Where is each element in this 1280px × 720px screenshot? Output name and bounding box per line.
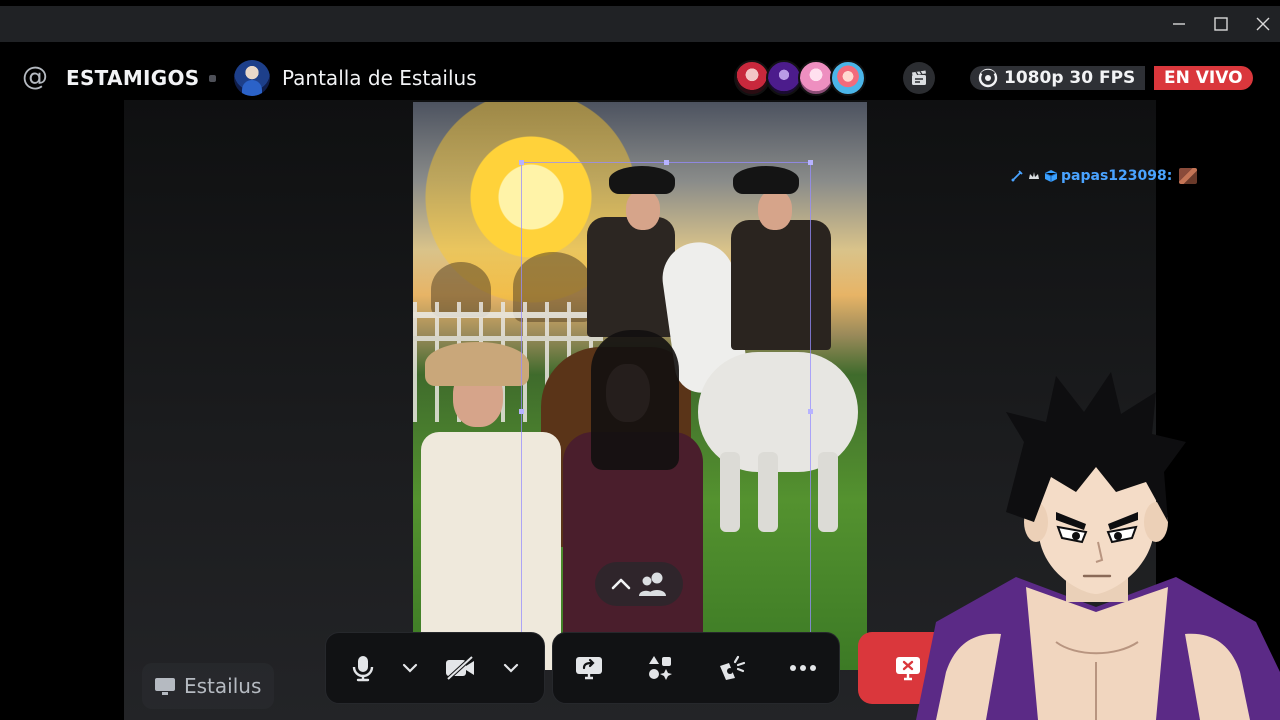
server-name[interactable]: ESTAMIGOS: [66, 66, 200, 90]
vtuber-avatar: [916, 372, 1280, 720]
minimize-button[interactable]: [1162, 8, 1196, 40]
camera-options-button[interactable]: [500, 632, 522, 704]
live-badge: EN VIVO: [1154, 66, 1253, 90]
streamer-name-tag: Estailus: [142, 663, 274, 709]
av-controls: [325, 632, 545, 704]
viewer-avatar[interactable]: [798, 60, 834, 96]
stream-quality-badge: 1080p 30 FPS: [970, 66, 1146, 90]
viewer-avatars[interactable]: [734, 60, 874, 96]
more-icon: [790, 665, 817, 671]
activities-button[interactable]: [625, 632, 697, 704]
maximize-button[interactable]: [1204, 8, 1238, 40]
chevron-up-icon: [611, 578, 631, 590]
maximize-icon: [1214, 17, 1228, 31]
streamer-name: Estailus: [184, 674, 262, 698]
soundboard-icon: [719, 655, 745, 680]
group-icon: [639, 572, 666, 596]
chevron-down-icon: [402, 663, 418, 673]
viewer-avatar[interactable]: [830, 60, 866, 96]
activity-controls: [552, 632, 840, 704]
screen-share-button[interactable]: [553, 632, 625, 704]
screen-icon: [155, 678, 175, 695]
stream-quality-icon: [978, 68, 998, 88]
separator-dot: [209, 75, 216, 82]
chat-username[interactable]: papas123098:: [1061, 167, 1172, 185]
window-titlebar: [0, 0, 1280, 48]
close-icon: [1256, 17, 1270, 31]
minimize-icon: [1173, 23, 1185, 25]
chat-emote: [1179, 168, 1198, 184]
microphone-button[interactable]: [326, 632, 400, 704]
activities-icon: [649, 656, 673, 680]
microphone-options-button[interactable]: [400, 632, 420, 704]
microphone-icon: [352, 656, 374, 682]
at-icon: @: [22, 62, 48, 92]
sword-badge-icon: [1011, 170, 1023, 182]
participants-toggle[interactable]: [595, 562, 683, 606]
stream-title: Pantalla de Estailus: [282, 66, 477, 90]
man-hat: [425, 342, 529, 386]
more-options-button[interactable]: [768, 632, 840, 704]
stream-header: @ ESTAMIGOS Pantalla de Estailus 1080p 3…: [0, 48, 1280, 108]
camera-off-icon: [446, 655, 474, 681]
stream-quality-label: 1080p 30 FPS: [1004, 68, 1136, 88]
cube-badge-icon: [1044, 170, 1058, 182]
clip-button[interactable]: [903, 62, 935, 94]
screen-share-icon: [575, 657, 602, 680]
clapperboard-icon: [912, 70, 926, 85]
viewer-avatar[interactable]: [734, 60, 770, 96]
titlebar-strip: [0, 6, 1280, 42]
camera-button[interactable]: [420, 632, 500, 704]
viewer-avatar[interactable]: [766, 60, 802, 96]
crown-badge-icon: [1029, 172, 1039, 179]
close-button[interactable]: [1246, 8, 1280, 40]
chat-message: papas123098:: [1010, 167, 1198, 185]
soundboard-button[interactable]: [696, 632, 768, 704]
streamer-avatar[interactable]: [234, 60, 270, 96]
chevron-down-icon: [503, 663, 519, 673]
